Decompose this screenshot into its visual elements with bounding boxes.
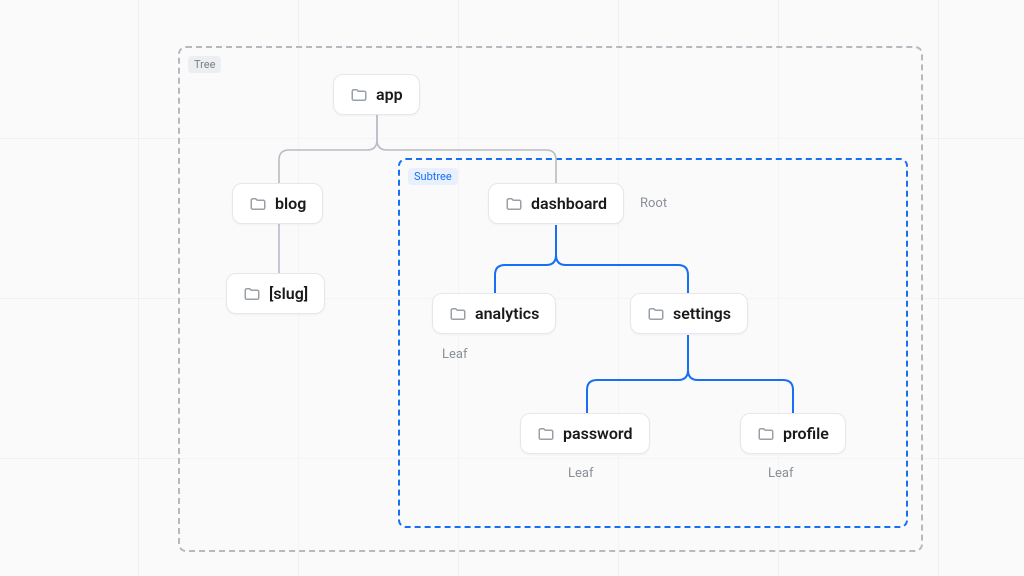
annotation-root: Root <box>640 196 667 211</box>
subtree-panel-label: Subtree <box>408 168 458 185</box>
node-label: analytics <box>475 304 539 323</box>
folder-icon <box>249 195 267 213</box>
tree-panel-label: Tree <box>188 56 221 73</box>
folder-icon <box>243 285 261 303</box>
diagram-stage: Tree Subtree app blog <box>0 0 1024 576</box>
node-label: settings <box>673 304 731 323</box>
annotation-leaf-password: Leaf <box>568 466 594 481</box>
node-profile: profile <box>740 413 846 454</box>
node-analytics: analytics <box>432 293 556 334</box>
node-label: profile <box>783 424 829 443</box>
node-password: password <box>520 413 650 454</box>
folder-icon <box>350 86 368 104</box>
annotation-leaf-analytics: Leaf <box>442 347 468 362</box>
node-blog: blog <box>232 183 323 224</box>
node-settings: settings <box>630 293 748 334</box>
folder-icon <box>449 305 467 323</box>
node-label: password <box>563 424 633 443</box>
annotation-leaf-profile: Leaf <box>768 466 794 481</box>
subtree-panel: Subtree <box>398 158 908 528</box>
node-label: dashboard <box>531 194 607 213</box>
node-slug: [slug] <box>226 273 325 314</box>
node-label: app <box>376 85 403 104</box>
folder-icon <box>647 305 665 323</box>
node-dashboard: dashboard <box>488 183 624 224</box>
node-label: blog <box>275 194 306 213</box>
folder-icon <box>537 425 555 443</box>
node-app: app <box>333 74 420 115</box>
folder-icon <box>757 425 775 443</box>
node-label: [slug] <box>269 284 308 303</box>
folder-icon <box>505 195 523 213</box>
